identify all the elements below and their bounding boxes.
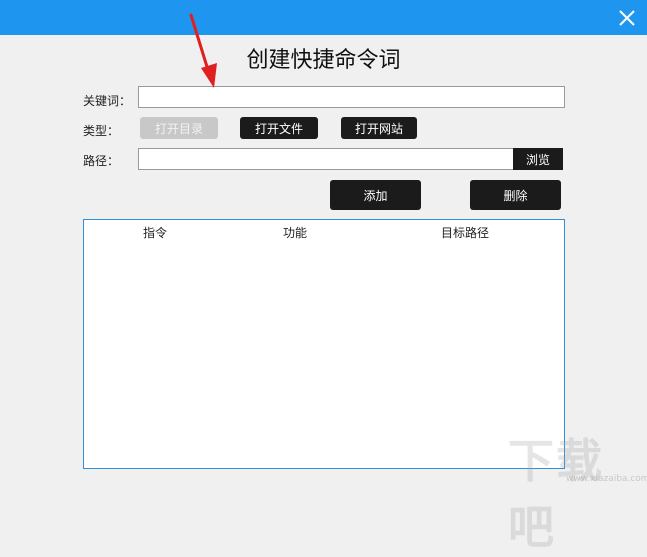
open-file-button[interactable]: 打开文件 xyxy=(240,117,318,139)
open-website-button[interactable]: 打开网站 xyxy=(341,117,417,139)
column-header-command[interactable]: 指令 xyxy=(143,224,167,241)
type-label: 类型： xyxy=(83,124,120,138)
keyword-label: 关键词： xyxy=(83,94,132,108)
delete-button[interactable]: 删除 xyxy=(470,180,561,210)
watermark-logo: 下载吧 xyxy=(508,434,604,554)
dialog-title: 创建快捷命令词 xyxy=(246,48,401,73)
titlebar xyxy=(0,0,647,35)
column-header-target-path[interactable]: 目标路径 xyxy=(441,224,489,241)
browse-button[interactable]: 浏览 xyxy=(513,148,563,170)
column-header-function[interactable]: 功能 xyxy=(283,224,307,241)
keyword-input[interactable] xyxy=(138,86,565,108)
close-icon[interactable] xyxy=(617,8,637,28)
path-input[interactable] xyxy=(138,148,514,170)
open-directory-button[interactable]: 打开目录 xyxy=(140,117,218,139)
path-label: 路径： xyxy=(83,154,120,168)
command-list[interactable]: 指令 功能 目标路径 xyxy=(83,219,565,469)
watermark-url: www.xiazaiba.com xyxy=(566,474,647,484)
add-button[interactable]: 添加 xyxy=(330,180,421,210)
